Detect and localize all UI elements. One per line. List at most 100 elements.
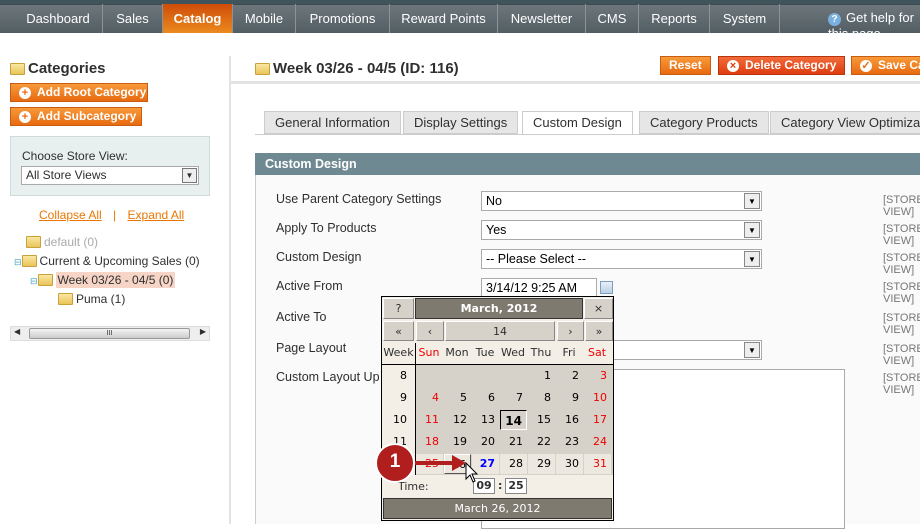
week-number: 8 (400, 369, 407, 382)
nav-cms[interactable]: CMS (586, 4, 639, 33)
label-use-parent: Use Parent Category Settings (276, 192, 442, 206)
tab-general-information[interactable]: General Information (264, 111, 401, 134)
calendar-day[interactable]: 10 (584, 388, 611, 408)
expand-all-link[interactable]: Expand All (128, 208, 185, 222)
scope-label: [STORE VIEW] (883, 281, 920, 305)
scroll-thumb[interactable]: III (29, 328, 190, 339)
next-year-button[interactable]: » (585, 321, 613, 341)
week-header: Week (383, 346, 414, 359)
label-active-from: Active From (276, 279, 343, 293)
calendar-day[interactable]: 31 (584, 454, 611, 474)
folder-icon (37, 274, 53, 286)
prev-year-button[interactable]: « (383, 321, 414, 341)
nav-sales[interactable]: Sales (103, 4, 163, 33)
reset-button[interactable]: Reset (660, 56, 711, 75)
callout-number: 1 (389, 451, 401, 472)
tab-display-settings[interactable]: Display Settings (403, 111, 519, 134)
section-header: Custom Design (255, 153, 920, 175)
delete-icon: × (727, 60, 739, 72)
chevron-down-icon: ▼ (744, 222, 760, 238)
nav-reports[interactable]: Reports (639, 4, 710, 33)
calendar-day[interactable]: 15 (528, 410, 555, 430)
calendar-day[interactable]: 16 (556, 410, 583, 430)
calendar-day[interactable]: 2 (556, 366, 583, 386)
apply-products-select[interactable]: Yes ▼ (481, 220, 762, 240)
calendar-day[interactable]: 30 (556, 454, 583, 474)
help-link[interactable]: ? Get help for this page (828, 10, 920, 41)
scroll-right-icon[interactable]: ▶ (200, 327, 206, 336)
top-navigation: Dashboard Sales Catalog Mobile Promotions Rew… (0, 0, 920, 41)
folder-icon (58, 293, 73, 305)
weekday-header: Tue (475, 346, 495, 359)
label-active-to: Active To (276, 310, 327, 324)
scope-label: [STORE VIEW] (883, 312, 920, 336)
calendar-day[interactable]: 9 (556, 388, 583, 408)
folder-icon (255, 63, 270, 75)
nav-dashboard[interactable]: Dashboard (14, 4, 103, 33)
calendar-day[interactable]: 14 (500, 410, 527, 430)
scope-label: [STORE VIEW] (883, 194, 920, 218)
calendar-day[interactable]: 6 (472, 388, 499, 408)
scroll-left-icon[interactable]: ◀ (14, 327, 20, 336)
weekday-header: Thu (530, 346, 552, 359)
minute-input[interactable]: 25 (505, 478, 527, 494)
horizontal-scrollbar[interactable]: ◀ III ▶ (10, 326, 210, 341)
mouse-cursor-icon (465, 462, 479, 483)
store-view-select[interactable]: All Store Views ▼ (21, 166, 199, 185)
nav-catalog[interactable]: Catalog (163, 4, 233, 33)
calendar-icon[interactable] (600, 281, 613, 294)
calendar-day[interactable]: 21 (500, 432, 527, 452)
calendar-day[interactable]: 11 (416, 410, 443, 430)
calendar-day[interactable]: 13 (472, 410, 499, 430)
week-number: 9 (400, 391, 407, 404)
tab-category-products[interactable]: Category Products (639, 111, 769, 134)
tree-item-current-sales[interactable]: ⊟ Current & Upcoming Sales (0) (14, 254, 200, 268)
tab-custom-design[interactable]: Custom Design (522, 111, 633, 135)
tree-item-week[interactable]: ⊟ Week 03/26 - 04/5 (0) (30, 272, 176, 288)
nav-system[interactable]: System (710, 4, 780, 33)
calendar-day[interactable]: 1 (528, 366, 555, 386)
column-divider (229, 56, 231, 524)
active-from-input[interactable]: 3/14/12 9:25 AM (481, 278, 597, 298)
calendar-day[interactable]: 12 (444, 410, 471, 430)
label-custom-design: Custom Design (276, 250, 362, 264)
custom-design-select[interactable]: -- Please Select -- ▼ (481, 249, 762, 269)
nav-promotions[interactable]: Promotions (296, 4, 390, 33)
scope-label: [STORE VIEW] (883, 372, 920, 396)
calendar-day[interactable]: 7 (500, 388, 527, 408)
collapse-icon[interactable]: ⊟ (14, 257, 22, 267)
add-subcategory-button[interactable]: + Add Subcategory (10, 107, 142, 126)
nav-newsletter[interactable]: Newsletter (498, 4, 586, 33)
today-button[interactable]: 14 (445, 321, 555, 341)
chevron-down-icon: ▼ (182, 168, 197, 183)
weekday-header: Sat (587, 346, 607, 359)
calendar-help-button[interactable]: ? (383, 298, 414, 319)
calendar-day[interactable]: 23 (556, 432, 583, 452)
nav-mobile[interactable]: Mobile (233, 4, 296, 33)
calendar-day[interactable]: 17 (584, 410, 611, 430)
calendar-day[interactable]: 28 (500, 454, 527, 474)
next-month-button[interactable]: › (557, 321, 584, 341)
calendar-close-button[interactable]: × (584, 298, 613, 319)
calendar-day[interactable]: 24 (584, 432, 611, 452)
prev-month-button[interactable]: ‹ (416, 321, 444, 341)
calendar-day[interactable]: 3 (584, 366, 611, 386)
calendar-status: March 26, 2012 (383, 498, 612, 519)
save-category-button[interactable]: ✓Save Category (851, 56, 920, 75)
calendar-day[interactable]: 8 (528, 388, 555, 408)
calendar-day[interactable]: 22 (528, 432, 555, 452)
tab-category-view-optimization[interactable]: Category View Optimization (770, 111, 920, 134)
add-root-category-button[interactable]: + Add Root Category (10, 83, 148, 102)
check-icon: ✓ (860, 60, 872, 72)
use-parent-select[interactable]: No ▼ (481, 191, 762, 211)
calendar-day[interactable]: 29 (528, 454, 555, 474)
collapse-all-link[interactable]: Collapse All (39, 208, 102, 222)
collapse-icon[interactable]: ⊟ (30, 276, 38, 286)
nav-reward-points[interactable]: Reward Points (390, 4, 498, 33)
tree-item-puma[interactable]: Puma (1) (58, 292, 125, 306)
delete-category-button[interactable]: × Delete Category (718, 56, 846, 75)
calendar-day[interactable]: 5 (444, 388, 471, 408)
calendar-day[interactable]: 4 (416, 388, 443, 408)
tree-item-default[interactable]: default (0) (26, 235, 98, 249)
categories-title: Categories (10, 60, 106, 77)
